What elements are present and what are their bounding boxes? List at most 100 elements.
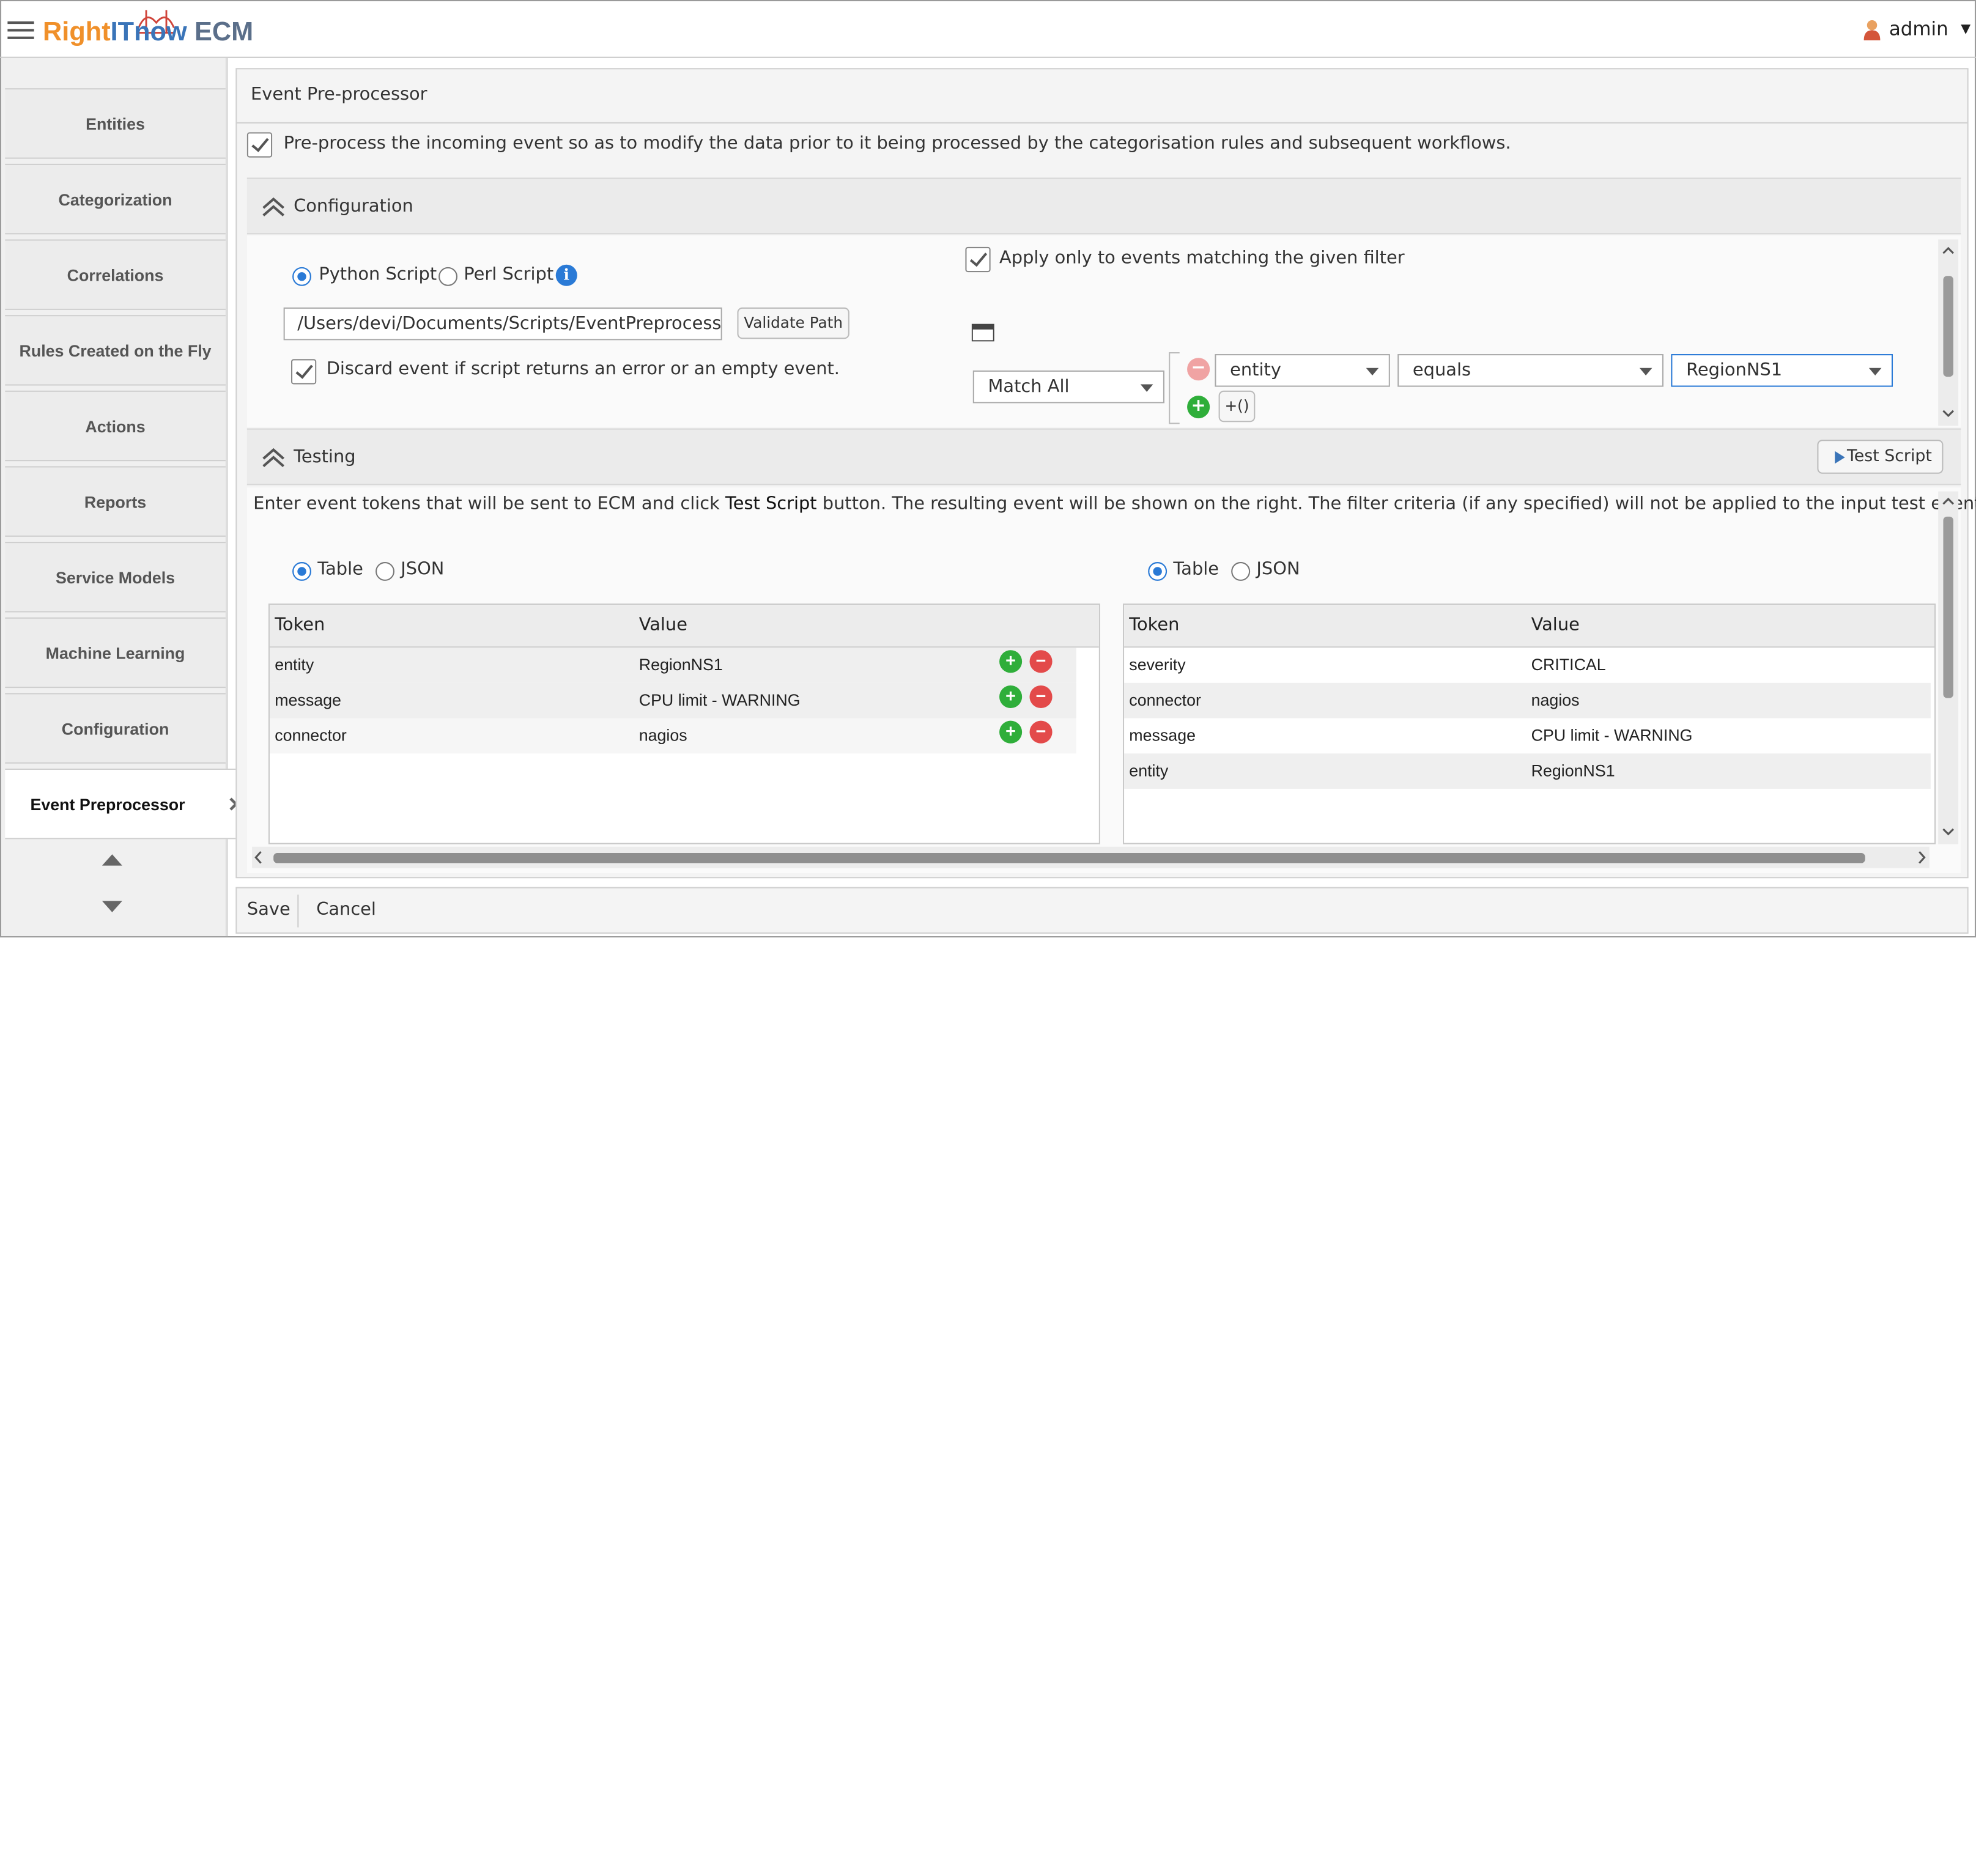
remove-row-icon[interactable]: −: [1029, 685, 1053, 709]
table-row[interactable]: entity RegionNS1 + −: [269, 648, 1076, 683]
chevron-down-icon[interactable]: [1942, 407, 1955, 420]
sidebar-item-label: Categorization: [58, 190, 172, 209]
configuration-title: Configuration: [294, 196, 413, 217]
cancel-button[interactable]: Cancel: [316, 899, 376, 920]
sidebar-item-rules-created-on-the-fly[interactable]: Rules Created on the Fly: [5, 315, 226, 386]
table-row: connector nagios: [1124, 682, 1931, 718]
chevron-left-icon[interactable]: [253, 851, 263, 865]
right-json-radio[interactable]: [1231, 562, 1251, 581]
testing-instructions: Enter event tokens that will be sent to …: [253, 494, 1976, 514]
test-script-button[interactable]: Test Script: [1817, 440, 1944, 474]
column-header-value: Value: [638, 615, 687, 635]
apply-filter-checkbox[interactable]: [965, 246, 991, 273]
chevron-up-icon[interactable]: [1942, 495, 1955, 508]
right-table-radio[interactable]: [1148, 562, 1167, 581]
token-cell: message: [1129, 725, 1196, 745]
configuration-section-header[interactable]: Configuration: [246, 177, 1961, 235]
token-cell: message: [275, 690, 341, 710]
filter-field-select[interactable]: entity: [1215, 354, 1390, 387]
collapse-up-icon[interactable]: [262, 448, 285, 468]
left-json-radio[interactable]: [376, 562, 394, 581]
add-row-icon[interactable]: +: [999, 720, 1023, 744]
testing-title: Testing: [294, 447, 356, 468]
preprocess-checkbox[interactable]: [246, 132, 273, 158]
sidebar: Entities Categorization Correlations Rul…: [1, 57, 255, 937]
discard-event-checkbox[interactable]: [290, 359, 317, 385]
save-button[interactable]: Save: [247, 899, 290, 920]
perl-script-radio[interactable]: [438, 267, 457, 286]
user-menu[interactable]: admin ▼: [1863, 17, 1970, 42]
window-icon[interactable]: [971, 323, 994, 342]
chevron-up-icon[interactable]: [1942, 245, 1955, 257]
sidebar-item-correlations[interactable]: Correlations: [5, 239, 226, 310]
hamburger-menu-icon[interactable]: [7, 21, 34, 40]
chevron-right-icon[interactable]: [1917, 851, 1926, 865]
chevron-down-icon[interactable]: [1942, 825, 1955, 838]
match-all-select[interactable]: Match All: [972, 370, 1164, 404]
discard-event-label: Discard event if script returns an error…: [326, 359, 840, 380]
scroll-down-arrow-icon[interactable]: [102, 901, 122, 912]
apply-filter-label: Apply only to events matching the given …: [999, 248, 1405, 268]
sidebar-item-reports[interactable]: Reports: [5, 466, 226, 537]
token-cell: severity: [1129, 655, 1186, 674]
username: admin: [1889, 17, 1948, 40]
remove-filter-icon[interactable]: −: [1187, 358, 1210, 381]
python-script-radio[interactable]: [292, 267, 311, 286]
left-table-radio[interactable]: [292, 562, 311, 581]
sidebar-item-service-models[interactable]: Service Models: [5, 542, 226, 613]
remove-row-icon[interactable]: −: [1029, 650, 1053, 673]
config-scrollbar-thumb[interactable]: [1943, 276, 1953, 377]
match-all-value: Match All: [988, 377, 1070, 397]
scroll-up-arrow-icon[interactable]: [102, 854, 122, 866]
sidebar-item-categorization[interactable]: Categorization: [5, 163, 226, 235]
sidebar-item-label: Correlations: [67, 265, 164, 284]
table-row[interactable]: message CPU limit - WARNING + −: [269, 682, 1076, 718]
perl-script-label: Perl Script: [464, 264, 554, 285]
add-filter-icon[interactable]: +: [1187, 396, 1210, 419]
value-cell: CPU limit - WARNING: [638, 690, 801, 710]
add-row-icon[interactable]: +: [999, 650, 1023, 673]
output-token-table: Token Value severity CRITICAL connector …: [1122, 604, 1936, 844]
script-path-input[interactable]: /Users/devi/Documents/Scripts/EventPrepr…: [283, 307, 722, 341]
footer-divider: [297, 895, 299, 928]
test-script-label: Test Script: [1846, 447, 1932, 467]
chevron-down-icon: [1868, 367, 1882, 376]
right-json-label: JSON: [1256, 559, 1300, 580]
column-header-token: Token: [1129, 615, 1180, 635]
testing-section-header[interactable]: Testing: [246, 428, 1961, 486]
column-header-token: Token: [275, 615, 325, 635]
sidebar-item-actions[interactable]: Actions: [5, 390, 226, 462]
chevron-down-icon: [1140, 384, 1153, 392]
sidebar-item-label: Reports: [84, 492, 147, 511]
sidebar-item-event-preprocessor[interactable]: Event Preprocessor✕: [5, 768, 255, 840]
logo-it: IT: [110, 17, 135, 47]
sidebar-item-label: Event Preprocessor: [30, 794, 185, 814]
sidebar-item-machine-learning[interactable]: Machine Learning: [5, 617, 226, 689]
sidebar-item-configuration[interactable]: Configuration: [5, 693, 226, 764]
instruction-text: button. The resulting event will be show…: [816, 493, 1976, 514]
table-row[interactable]: connector nagios + −: [269, 718, 1076, 754]
add-row-icon[interactable]: +: [999, 685, 1023, 709]
value-cell: CPU limit - WARNING: [1531, 725, 1693, 745]
value-cell: nagios: [638, 725, 687, 745]
token-cell: entity: [1129, 761, 1169, 780]
horizontal-scrollbar-thumb[interactable]: [273, 853, 1865, 863]
remove-row-icon[interactable]: −: [1029, 720, 1053, 744]
instruction-text: Enter event tokens that will be sent to …: [253, 493, 725, 514]
testing-scrollbar-thumb[interactable]: [1943, 516, 1953, 698]
validate-path-button[interactable]: Validate Path: [737, 307, 849, 339]
value-cell: RegionNS1: [638, 655, 723, 674]
filter-operator-select[interactable]: equals: [1397, 354, 1663, 387]
play-icon: [1835, 451, 1845, 464]
left-table-label: Table: [317, 559, 363, 580]
add-group-button[interactable]: +(): [1218, 390, 1256, 423]
sidebar-item-entities[interactable]: Entities: [5, 88, 226, 159]
footer-bar: [235, 887, 1969, 934]
collapse-up-icon[interactable]: [262, 196, 285, 216]
instruction-button-ref: Test Script: [725, 493, 817, 514]
filter-value-select[interactable]: RegionNS1: [1671, 354, 1893, 387]
token-cell: connector: [1129, 690, 1201, 710]
table-header: Token Value: [1124, 605, 1935, 648]
python-script-label: Python Script: [319, 264, 437, 285]
info-icon[interactable]: i: [555, 264, 577, 286]
